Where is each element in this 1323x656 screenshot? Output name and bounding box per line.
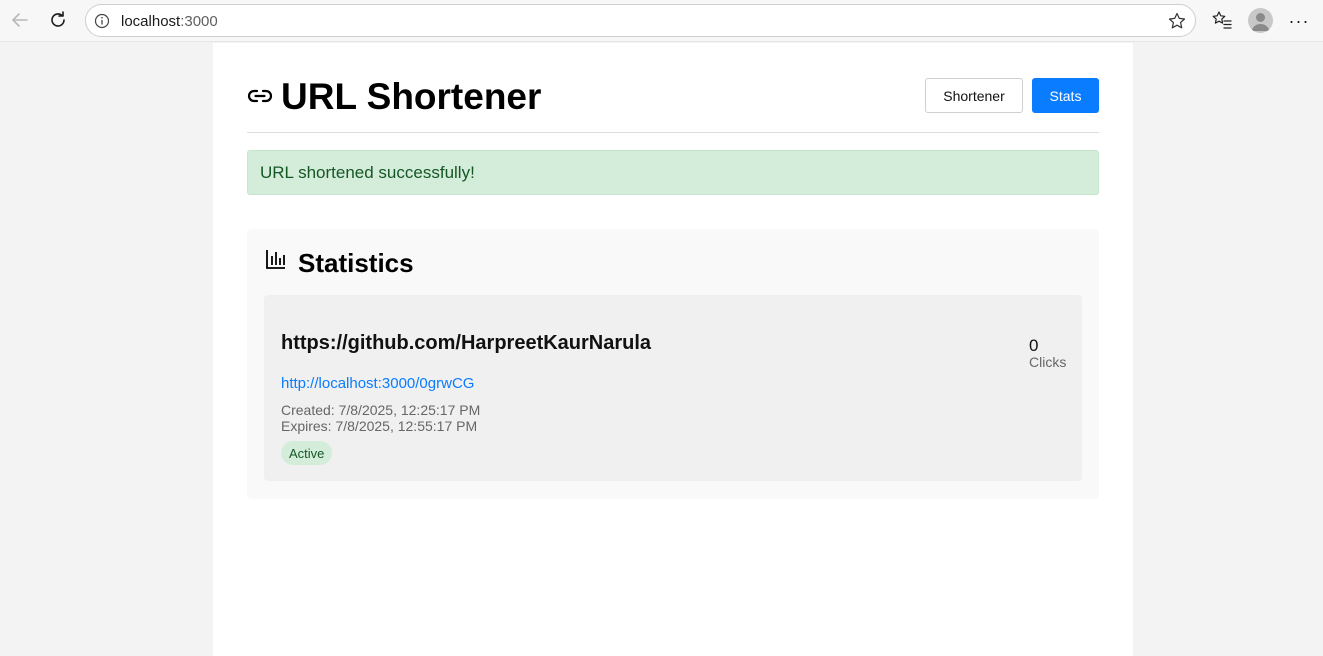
stats-button[interactable]: Stats: [1032, 78, 1099, 113]
info-icon[interactable]: [94, 13, 110, 29]
star-icon[interactable]: [1167, 11, 1187, 31]
back-icon[interactable]: [6, 6, 34, 34]
short-url-link[interactable]: http://localhost:3000/0grwCG: [281, 375, 474, 392]
created-date: Created: 7/8/2025, 12:25:17 PM: [281, 402, 481, 418]
clicks-label: Clicks: [1029, 354, 1067, 370]
original-url: https://github.com/HarpreetKaurNarula: [281, 332, 652, 354]
page-title: URL Shortener: [281, 76, 542, 117]
bar-chart-icon: [265, 248, 287, 270]
url-text[interactable]: localhost:3000: [121, 13, 218, 30]
statistics-title: Statistics: [298, 248, 414, 278]
app-header: URL Shortener Shortener Stats: [247, 76, 1099, 133]
url-port: :3000: [180, 13, 218, 30]
browser-toolbar: localhost:3000 ···: [0, 0, 1323, 42]
reload-icon[interactable]: [44, 6, 72, 34]
profile-avatar[interactable]: [1248, 8, 1273, 33]
url-stat-card: https://github.com/HarpreetKaurNarula ht…: [264, 295, 1082, 481]
alert-message: URL shortened successfully!: [260, 163, 475, 182]
expires-date: Expires: 7/8/2025, 12:55:17 PM: [281, 418, 478, 434]
link-icon: [247, 85, 273, 107]
clicks-count: 0: [1029, 336, 1039, 355]
url-host: localhost: [121, 13, 181, 30]
statistics-section: Statistics https://github.com/HarpreetKa…: [247, 229, 1099, 499]
more-icon[interactable]: ···: [1288, 10, 1310, 32]
page-container: URL Shortener Shortener Stats URL shorte…: [213, 43, 1133, 656]
success-alert: URL shortened successfully!: [247, 150, 1099, 195]
favorites-icon[interactable]: [1211, 9, 1233, 31]
address-bar[interactable]: localhost:3000: [85, 4, 1196, 37]
status-badge: Active: [281, 441, 333, 465]
shortener-button[interactable]: Shortener: [925, 78, 1023, 113]
